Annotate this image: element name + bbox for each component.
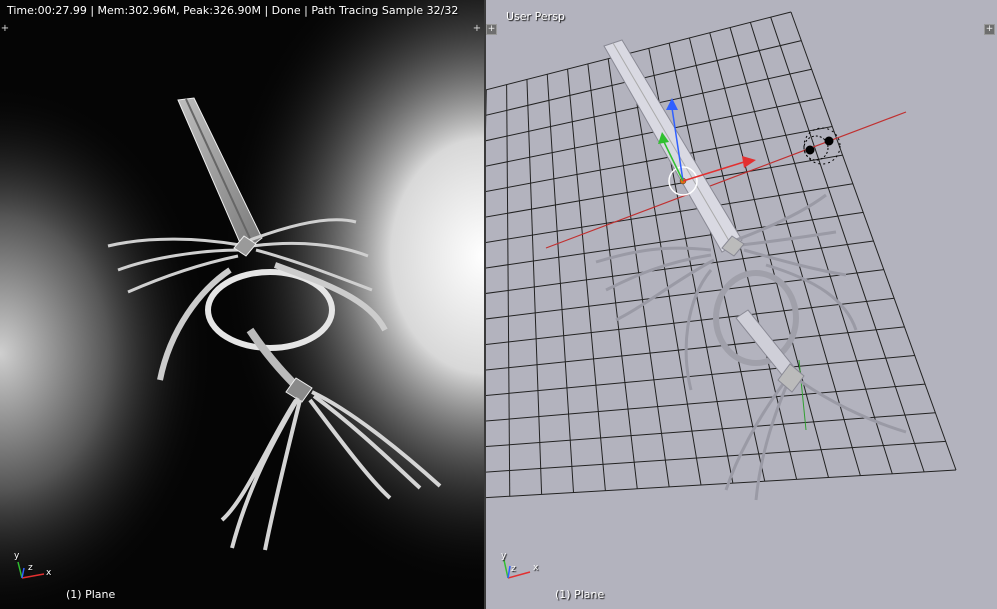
render-status-text: Time:00:27.99 | Mem:302.96M, Peak:326.90… xyxy=(7,4,459,17)
x-axis-label: x xyxy=(46,568,52,578)
plus-icon[interactable]: + xyxy=(0,24,10,34)
object-label: (1) Plane xyxy=(66,588,116,601)
grid-line xyxy=(486,297,895,345)
grid-line xyxy=(486,154,843,218)
grid-line xyxy=(749,22,893,474)
floor-grid xyxy=(486,11,957,499)
3d-canvas xyxy=(486,11,957,501)
grid-line xyxy=(486,469,957,499)
grid-line xyxy=(790,11,957,471)
y-axis-label: y xyxy=(14,551,20,561)
3d-viewport[interactable]: User Persp + + x y z (1) Plane xyxy=(486,0,997,609)
object-label: (1) Plane xyxy=(555,588,605,601)
grid-line xyxy=(709,32,829,478)
plus-icon[interactable]: + xyxy=(472,24,482,34)
z-axis-label: z xyxy=(511,564,516,574)
grid-line xyxy=(486,326,905,371)
plus-icon[interactable]: + xyxy=(486,24,497,35)
render-viewport[interactable]: Time:00:27.99 | Mem:302.96M, Peak:326.90… xyxy=(0,0,484,609)
view-name-label: User Persp xyxy=(506,10,565,23)
z-axis-label: z xyxy=(28,563,33,573)
y-axis-label: y xyxy=(501,551,507,561)
grid-line xyxy=(668,43,766,482)
grid-line xyxy=(770,17,925,473)
render-canvas xyxy=(0,0,484,609)
grid-line xyxy=(486,440,946,473)
x-axis-label: x xyxy=(533,563,539,573)
plus-icon[interactable]: + xyxy=(984,24,995,35)
grid-line xyxy=(486,355,915,396)
sword-model xyxy=(595,39,907,501)
